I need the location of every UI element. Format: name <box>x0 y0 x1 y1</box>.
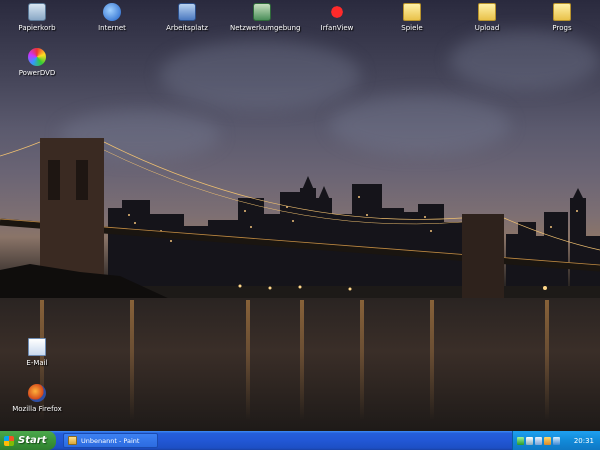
desktop-icon-label: PowerDVD <box>18 69 56 77</box>
firefox-icon <box>28 384 46 402</box>
taskbar: Start Unbenannt - Paint 20:31 <box>0 431 600 450</box>
windows-logo-icon <box>4 435 14 446</box>
taskbar-button-paint[interactable]: Unbenannt - Paint <box>63 433 158 448</box>
clock[interactable]: 20:31 <box>574 437 594 445</box>
network-status-icon[interactable] <box>517 436 524 445</box>
desktop-icon-label: Arbeitsplatz <box>166 24 208 32</box>
folder-icon <box>478 3 496 21</box>
start-label: Start <box>18 435 47 446</box>
taskbar-button-label: Unbenannt - Paint <box>81 436 140 445</box>
my-computer-icon <box>178 3 196 21</box>
desktop-icon-label: IrfanView <box>320 24 354 32</box>
wallpaper-reflection <box>300 300 304 420</box>
desktop-icon-powerdvd[interactable]: PowerDVD <box>5 48 69 77</box>
network-icon <box>253 3 271 21</box>
desktop-icon-label: Progs <box>552 24 572 32</box>
folder-icon <box>553 3 571 21</box>
desktop-icon-arbeitsplatz[interactable]: Arbeitsplatz <box>155 3 219 32</box>
desktop-icon-upload[interactable]: Upload <box>455 3 519 32</box>
wallpaper-reflection <box>360 300 364 420</box>
desktop-icon-progs[interactable]: Progs <box>530 3 594 32</box>
desktop-icon-internet[interactable]: Internet <box>80 3 144 32</box>
wallpaper-reflection <box>246 300 250 420</box>
internet-explorer-icon <box>103 3 121 21</box>
desktop-icon-label: Spiele <box>401 24 423 32</box>
desktop-icon-label: Internet <box>98 24 126 32</box>
wallpaper-reflection <box>130 300 134 420</box>
folder-icon <box>403 3 421 21</box>
desktop-icon-label: E-Mail <box>26 359 48 367</box>
desktop-icon-papierkorb[interactable]: Papierkorb <box>5 3 69 32</box>
security-shield-icon[interactable] <box>544 436 551 445</box>
irfanview-icon <box>328 3 346 21</box>
desktop-icon-label: Mozilla Firefox <box>12 405 62 413</box>
desktop[interactable]: Papierkorb Internet Arbeitsplatz Netzwer… <box>0 0 600 431</box>
system-tray: 20:31 <box>512 431 600 450</box>
desktop-icon-firefox[interactable]: Mozilla Firefox <box>5 384 69 413</box>
desktop-icon-label: Upload <box>474 24 500 32</box>
desktop-icon-netzwerkumgebung[interactable]: Netzwerkumgebung <box>230 3 301 32</box>
desktop-icon-irfanview[interactable]: IrfanView <box>305 3 369 32</box>
desktop-icon-label: Netzwerkumgebung <box>230 24 301 32</box>
start-button[interactable]: Start <box>0 431 56 450</box>
desktop-icon-email[interactable]: E-Mail <box>5 338 69 367</box>
wallpaper-reflection <box>430 300 434 420</box>
paint-icon <box>68 436 77 445</box>
app-tray-icon[interactable] <box>553 436 560 445</box>
antivirus-icon[interactable] <box>526 436 533 445</box>
volume-icon[interactable] <box>535 436 542 445</box>
recycle-bin-icon <box>28 3 46 21</box>
email-icon <box>28 338 46 356</box>
desktop-icon-label: Papierkorb <box>18 24 56 32</box>
desktop-icon-spiele[interactable]: Spiele <box>380 3 444 32</box>
powerdvd-icon <box>28 48 46 66</box>
wallpaper-reflection <box>545 300 549 420</box>
